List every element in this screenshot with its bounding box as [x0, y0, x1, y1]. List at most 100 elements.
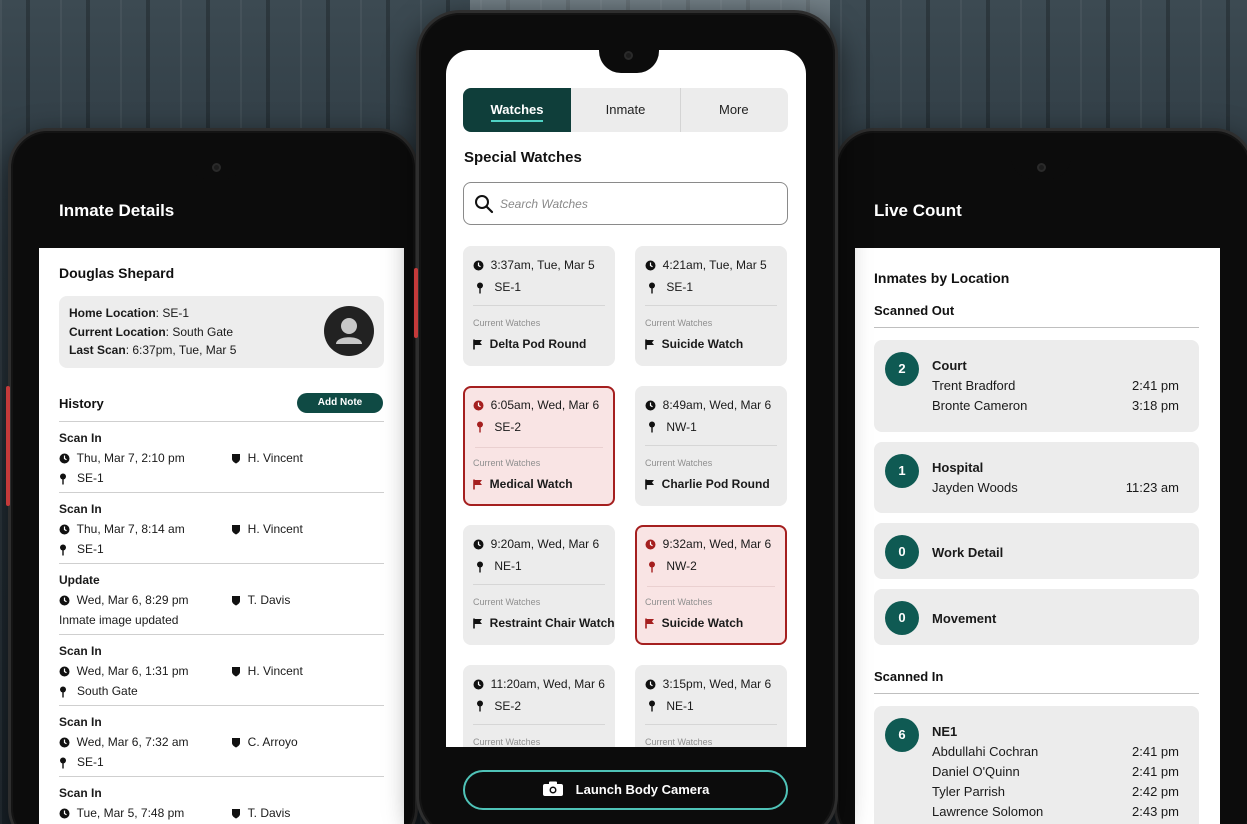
history-officer-row: T. Davis: [231, 806, 290, 820]
clock-icon: [473, 400, 484, 411]
history-type: Scan In: [59, 644, 102, 658]
watch-name: Medical Watch: [489, 476, 573, 491]
history-divider: [59, 776, 384, 777]
pin-icon: [477, 421, 484, 433]
history-officer-row: H. Vincent: [231, 664, 303, 678]
tab-more[interactable]: More: [680, 88, 788, 132]
last-scan-line: Last Scan: 6:37pm, Tue, Mar 5: [69, 343, 236, 357]
history-detail: South Gate: [77, 684, 138, 698]
watch-location-row: SE-1: [645, 280, 693, 294]
right-screen: Live Count Inmates by Location Scanned O…: [855, 167, 1220, 824]
search-icon: [475, 195, 494, 214]
history-item[interactable]: Scan In Wed, Mar 6, 7:32 am C. Arroyo SE…: [59, 715, 384, 777]
scanned-out-divider: [874, 327, 1199, 328]
inmate-name: Daniel O'Quinn: [932, 764, 1020, 779]
pin-icon: [477, 561, 484, 573]
inmate-name: Abdullahi Cochran: [932, 744, 1039, 759]
watch-time: 11:20am, Wed, Mar 6: [490, 676, 605, 691]
search-input[interactable]: Search Watches: [463, 182, 788, 225]
current-watches-label: Current Watches: [473, 318, 541, 328]
scan-time: 2:43 pm: [1132, 804, 1179, 819]
history-item[interactable]: Update Wed, Mar 6, 8:29 pm T. Davis Inmat…: [59, 573, 384, 635]
watch-time: 8:49am, Wed, Mar 6: [662, 397, 772, 412]
tab-label: Watches: [490, 102, 544, 122]
center-front-camera: [624, 51, 633, 60]
watch-card-divider: [645, 444, 777, 446]
watch-card[interactable]: 9:20am, Wed, Mar 6 NE-1 Current Watches …: [463, 525, 615, 645]
current-watches-label: Current Watches: [473, 597, 541, 607]
history-officer-row: T. Davis: [231, 593, 290, 607]
avatar[interactable]: [324, 306, 374, 356]
right-header: Live Count: [855, 167, 1220, 248]
count-badge: 2: [885, 352, 919, 386]
watch-time-row: 9:20am, Wed, Mar 6: [473, 537, 599, 551]
watch-location-row: NE-1: [645, 699, 694, 713]
pin-icon: [649, 700, 656, 712]
clock-icon: [59, 737, 70, 748]
history-divider: [59, 492, 384, 493]
clock-icon: [473, 260, 484, 271]
count-badge: 1: [885, 454, 919, 488]
history-officer: H. Vincent: [247, 451, 303, 465]
watch-location-row: SE-2: [473, 420, 521, 434]
history-divider: [59, 634, 384, 635]
history-detail: SE-1: [77, 471, 104, 485]
inmate-details-body: Douglas Shepard Home Location: SE-1 Curr…: [39, 248, 404, 824]
officer-badge-icon: [232, 454, 240, 464]
watch-location-row: NW-1: [645, 420, 697, 434]
launch-body-camera-button[interactable]: Launch Body Camera: [463, 770, 788, 810]
last-scan-label: Last Scan: [69, 343, 126, 357]
clock-icon: [645, 539, 656, 550]
center-screen: Watches Inmate More Special Watches Search…: [446, 50, 806, 824]
tab-inmate[interactable]: Inmate: [571, 88, 679, 132]
history-detail-row: SE-1: [59, 755, 104, 769]
watch-card[interactable]: 4:21am, Tue, Mar 5 SE-1 Current Watches …: [635, 246, 787, 366]
watch-card[interactable]: 8:49am, Wed, Mar 6 NW-1 Current Watches …: [635, 385, 787, 506]
watch-card[interactable]: 9:32am, Wed, Mar 6 NW-2 Current Watches …: [635, 525, 787, 645]
history-officer-row: C. Arroyo: [231, 735, 298, 749]
live-count-body: Inmates by Location Scanned Out Scanned …: [855, 248, 1220, 824]
history-detail-row: SE-1: [59, 542, 104, 556]
watch-time-row: 8:49am, Wed, Mar 6: [645, 398, 771, 412]
clock-icon: [59, 666, 70, 677]
history-item[interactable]: Scan In Tue, Mar 5, 7:48 pm T. Davis: [59, 786, 384, 824]
watch-location: NW-1: [666, 419, 697, 434]
watch-name: Delta Pod Round: [489, 337, 587, 351]
location-card[interactable]: 0 Work Detail: [874, 523, 1199, 579]
location-card[interactable]: 2 Court Trent Bradford 2:41 pm Bronte Camer…: [874, 340, 1199, 432]
clock-icon: [59, 524, 70, 535]
history-item[interactable]: Scan In Thu, Mar 7, 8:14 am H. Vincent S…: [59, 502, 384, 564]
watch-time: 9:32am, Wed, Mar 6: [662, 537, 772, 551]
watch-time: 3:15pm, Wed, Mar 6: [662, 676, 772, 691]
location-card[interactable]: 1 Hospital Jayden Woods 11:23 am: [874, 442, 1199, 513]
watch-card-divider: [645, 305, 777, 306]
add-note-button[interactable]: Add Note: [297, 393, 383, 413]
history-item[interactable]: Scan In Thu, Mar 7, 2:10 pm H. Vincent S…: [59, 431, 384, 493]
location-card[interactable]: 6 NE1 Abdullahi Cochran 2:41 pm Daniel O'Qu…: [874, 706, 1199, 824]
watch-card[interactable]: 6:05am, Wed, Mar 6 SE-2 Current Watches …: [463, 385, 615, 506]
flag-icon: [645, 479, 654, 490]
tab-label: Inmate: [605, 102, 646, 117]
watch-card-divider: [473, 723, 605, 725]
header-title: Inmate Details: [59, 201, 175, 220]
history-officer-row: H. Vincent: [231, 522, 303, 536]
tab-watches[interactable]: Watches: [463, 88, 571, 132]
scanned-out-label: Scanned Out: [874, 303, 955, 318]
location-card[interactable]: 0 Movement: [874, 589, 1199, 645]
history-time: Wed, Mar 6, 7:32 am: [76, 735, 189, 749]
history-officer: H. Vincent: [247, 522, 303, 536]
pin-icon: [649, 282, 656, 294]
tab-bar: Watches Inmate More: [463, 88, 788, 132]
history-item[interactable]: Scan In Wed, Mar 6, 1:31 pm H. Vincent S…: [59, 644, 384, 706]
watch-name: Suicide Watch: [661, 616, 744, 630]
watch-card-divider: [473, 584, 605, 585]
history-detail: SE-1: [77, 755, 104, 769]
history-time: Thu, Mar 7, 2:10 pm: [76, 451, 185, 465]
flag-icon: [473, 479, 482, 490]
history-title: History: [59, 396, 104, 411]
home-location-label: Home Location: [69, 306, 156, 320]
history-time-row: Thu, Mar 7, 2:10 pm: [59, 451, 185, 465]
history-divider: [59, 563, 384, 564]
watch-card[interactable]: 3:37am, Tue, Mar 5 SE-1 Current Watches …: [463, 246, 615, 366]
current-watches-label: Current Watches: [645, 736, 713, 747]
